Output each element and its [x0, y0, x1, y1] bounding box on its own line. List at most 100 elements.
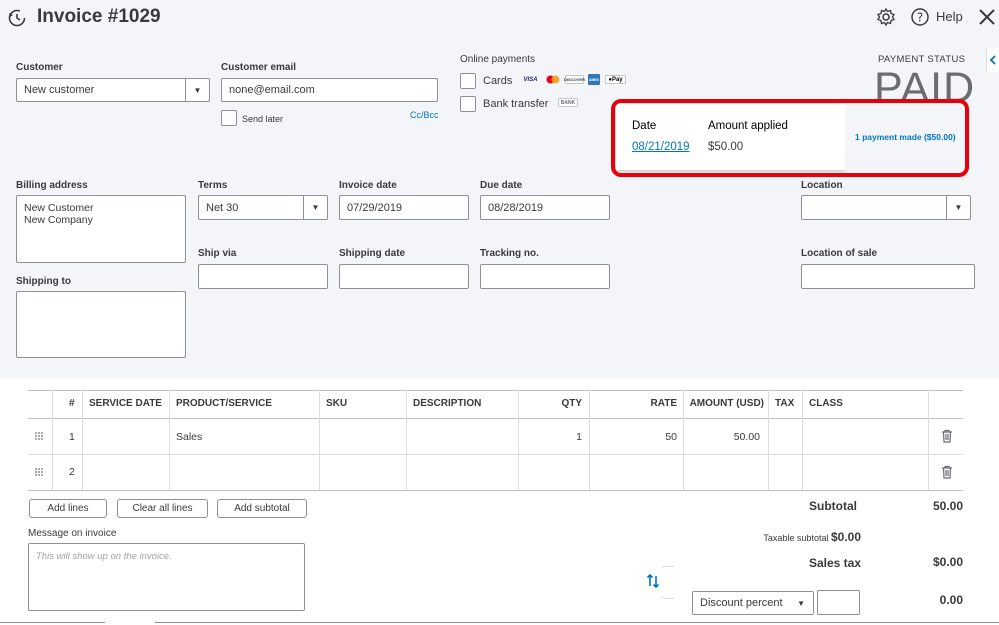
settings-gear-icon[interactable]	[875, 6, 897, 28]
col-divider	[589, 390, 590, 490]
due-date-value: 08/28/2019	[488, 201, 544, 214]
customer-email-input[interactable]: none@email.com	[221, 78, 438, 102]
row-1-product[interactable]: Sales	[176, 431, 202, 443]
clear-all-lines-button[interactable]: Clear all lines	[117, 499, 208, 518]
chevron-down-icon: ▼	[946, 196, 970, 219]
terms-select[interactable]: Net 30 ▼	[198, 195, 328, 220]
apple-pay-logo-icon: ● Pay	[605, 75, 626, 84]
side-panel-chevron-icon[interactable]	[986, 48, 999, 72]
add-lines-button[interactable]: Add lines	[29, 499, 107, 518]
visa-logo-icon: VISA	[523, 76, 538, 83]
shipping-date-label: Shipping date	[339, 248, 406, 259]
bank-transfer-checkbox[interactable]	[460, 96, 476, 112]
discount-value-input[interactable]	[817, 590, 860, 615]
customer-select[interactable]: New customer ▼	[16, 78, 210, 102]
row-drag-handle-icon[interactable]	[34, 431, 44, 441]
due-date-input[interactable]: 08/28/2019	[480, 195, 610, 220]
online-payments-label: Online payments	[460, 54, 536, 65]
send-later-label: Send later	[242, 114, 284, 124]
row-1-number: 1	[69, 431, 75, 443]
bottom-divider	[0, 622, 105, 623]
cards-checkbox[interactable]	[460, 73, 476, 89]
col-divider	[768, 390, 769, 490]
shipping-date-input[interactable]	[339, 264, 469, 289]
location-of-sale-input[interactable]	[801, 264, 975, 289]
subtotal-value: 50.00	[932, 499, 963, 513]
col-header-rate: RATE	[650, 398, 677, 409]
page-title: Invoice #1029	[37, 6, 161, 27]
col-header-product-service: PRODUCT/SERVICE	[176, 398, 272, 409]
billing-line-2: New Company	[24, 214, 93, 226]
col-header-description: DESCRIPTION	[413, 398, 482, 409]
taxable-subtotal-text: Taxable subtotal	[763, 533, 829, 543]
tracking-no-input[interactable]	[480, 264, 610, 289]
due-date-label: Due date	[480, 180, 523, 191]
row-1-qty[interactable]: 1	[520, 431, 582, 443]
row-1-amount[interactable]: 50.00	[685, 431, 760, 443]
chevron-down-icon: ▼	[303, 196, 327, 219]
discount-type-value: Discount percent	[700, 597, 783, 609]
cards-label: Cards	[483, 75, 513, 87]
shipping-to-textarea[interactable]	[16, 291, 186, 358]
customer-email-value: none@email.com	[229, 84, 315, 96]
add-subtotal-button[interactable]: Add subtotal	[217, 499, 307, 518]
message-on-invoice-label: Message on invoice	[28, 528, 117, 539]
customer-label: Customer	[16, 62, 63, 73]
location-of-sale-label: Location of sale	[801, 248, 878, 259]
bottom-divider	[155, 622, 999, 623]
terms-value: Net 30	[206, 201, 239, 214]
customer-value: New customer	[24, 84, 95, 96]
row-1-rate[interactable]: 50	[591, 431, 677, 443]
cc-bcc-link[interactable]: Cc/Bcc	[410, 110, 439, 120]
send-later-checkbox[interactable]	[221, 110, 237, 126]
col-header-tax: TAX	[775, 398, 795, 409]
col-header-sku: SKU	[326, 398, 348, 409]
row-1-delete-trash-icon[interactable]	[941, 429, 953, 443]
discount-amount-value: 0.00	[939, 593, 963, 607]
message-on-invoice-textarea[interactable]: This will show up on the invoice.	[28, 543, 305, 611]
invoice-date-input[interactable]: 07/29/2019	[339, 195, 469, 220]
location-label: Location	[801, 180, 843, 191]
svg-text:?: ?	[917, 11, 923, 25]
amex-logo-icon: AMEX	[588, 74, 600, 85]
help-icon[interactable]: ?	[909, 6, 931, 28]
col-divider	[82, 390, 83, 490]
sales-tax-label: Sales tax	[808, 556, 861, 570]
terms-label: Terms	[198, 180, 228, 191]
close-icon[interactable]	[975, 5, 999, 29]
col-divider	[683, 390, 684, 490]
row-2-delete-trash-icon[interactable]	[941, 465, 953, 479]
ship-via-label: Ship via	[198, 248, 237, 259]
col-header-service-date: SERVICE DATE	[89, 398, 162, 409]
location-select[interactable]: ▼	[801, 195, 971, 220]
row-2-border	[28, 490, 963, 491]
sales-tax-value: $0.00	[932, 555, 963, 569]
col-divider	[319, 390, 320, 490]
mastercard-logo-icon	[545, 75, 561, 84]
row-2-number: 2	[69, 466, 75, 478]
row-drag-handle-icon[interactable]	[34, 467, 44, 477]
col-header-qty: QTY	[561, 398, 582, 409]
billing-address-textarea[interactable]: New Customer New Company	[16, 195, 186, 263]
billing-line-1: New Customer	[24, 202, 94, 214]
apple-pay-text: Pay	[611, 76, 623, 83]
col-divider	[169, 390, 170, 490]
highlight-annotation	[611, 99, 969, 177]
message-placeholder: This will show up on the invoice.	[36, 551, 172, 562]
chevron-down-icon: ▼	[185, 79, 209, 101]
col-divider	[802, 390, 803, 490]
col-header-amount: AMOUNT (USD)	[689, 398, 764, 409]
chevron-down-icon: ▼	[797, 598, 805, 608]
invoice-date-value: 07/29/2019	[347, 201, 403, 214]
col-header-number: #	[69, 398, 75, 409]
col-divider	[518, 390, 519, 490]
taxable-subtotal-value: $0.00	[830, 530, 861, 544]
discount-type-select[interactable]: Discount percent ▼	[692, 591, 814, 615]
sort-bracket-divider	[660, 566, 674, 599]
billing-address-label: Billing address	[16, 180, 88, 191]
customer-email-label: Customer email	[221, 62, 297, 73]
help-label[interactable]: Help	[936, 9, 963, 24]
ship-via-input[interactable]	[198, 264, 328, 289]
recent-history-icon[interactable]	[6, 7, 28, 29]
subtotal-label: Subtotal	[809, 499, 857, 513]
